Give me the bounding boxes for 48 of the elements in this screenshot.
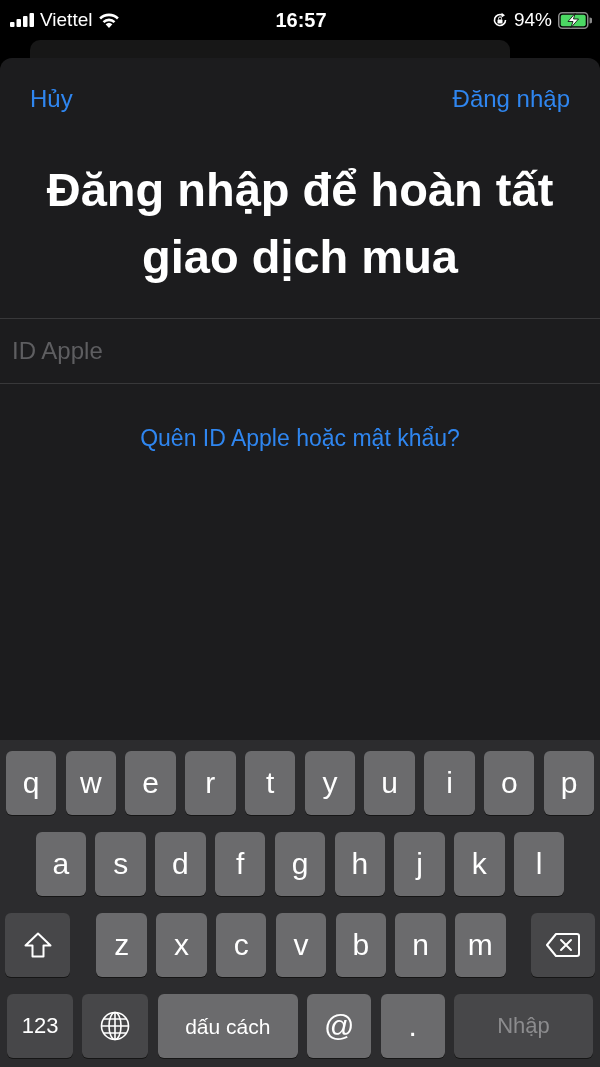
shift-icon — [23, 932, 52, 958]
battery-charging-icon — [558, 11, 592, 29]
keyboard-key[interactable]: o — [484, 751, 535, 815]
sign-in-button[interactable]: Đăng nhập — [452, 84, 570, 114]
keyboard-key[interactable]: h — [334, 832, 385, 896]
keyboard-key[interactable]: u — [364, 751, 415, 815]
keyboard-key[interactable]: s — [95, 832, 146, 896]
keyboard-key[interactable]: f — [215, 832, 266, 896]
carrier-name: Viettel — [40, 8, 93, 32]
keyboard-key[interactable]: a — [35, 832, 87, 896]
delete-key[interactable] — [530, 913, 595, 977]
keyboard-key[interactable]: e — [125, 751, 176, 815]
battery-percentage: 94% — [513, 8, 552, 32]
keyboard-key[interactable]: n — [395, 913, 446, 977]
keyboard-key[interactable]: d — [155, 832, 206, 896]
globe-key[interactable] — [82, 994, 149, 1058]
keyboard-key[interactable]: z — [96, 913, 147, 977]
apple-id-field[interactable]: ID Apple — [0, 318, 600, 384]
clock-time: 16:57 — [275, 8, 327, 32]
keyboard-key[interactable]: k — [454, 832, 505, 896]
keyboard-key[interactable]: r — [185, 751, 236, 815]
keyboard-key[interactable]: @ — [307, 994, 372, 1058]
wifi-icon — [98, 12, 121, 28]
keyboard-key[interactable]: m — [455, 913, 506, 977]
keyboard-key[interactable]: v — [275, 913, 327, 977]
numbers-key[interactable]: 123 — [7, 994, 73, 1058]
cancel-button[interactable]: Hủy — [30, 84, 73, 114]
globe-icon — [100, 1011, 131, 1041]
keyboard-key[interactable]: y — [304, 751, 356, 815]
keyboard-key[interactable]: q — [5, 751, 57, 815]
keyboard-key[interactable]: t — [244, 751, 296, 815]
delete-icon — [545, 933, 580, 957]
rotation-lock-icon — [491, 12, 508, 28]
signal-icon — [10, 13, 34, 27]
keyboard-key[interactable]: b — [335, 913, 386, 977]
keyboard-key[interactable]: g — [274, 832, 326, 896]
keyboard-key[interactable]: x — [156, 913, 207, 977]
keyboard-key[interactable]: l — [513, 832, 565, 896]
space-key[interactable]: dấu cách — [157, 994, 298, 1058]
sheet-title: Đăng nhập để hoàn tất giao dịch mua — [45, 162, 555, 285]
shift-key[interactable] — [5, 913, 71, 977]
keyboard-key[interactable]: w — [65, 751, 116, 815]
keyboard-key[interactable]: . — [380, 994, 445, 1058]
keyboard-key[interactable]: j — [394, 832, 445, 896]
keyboard-key[interactable]: p — [543, 751, 595, 815]
keyboard-key[interactable]: c — [216, 913, 267, 977]
forgot-password-link[interactable]: Quên ID Apple hoặc mật khẩu? — [140, 424, 460, 452]
keyboard-key[interactable]: i — [424, 751, 475, 815]
